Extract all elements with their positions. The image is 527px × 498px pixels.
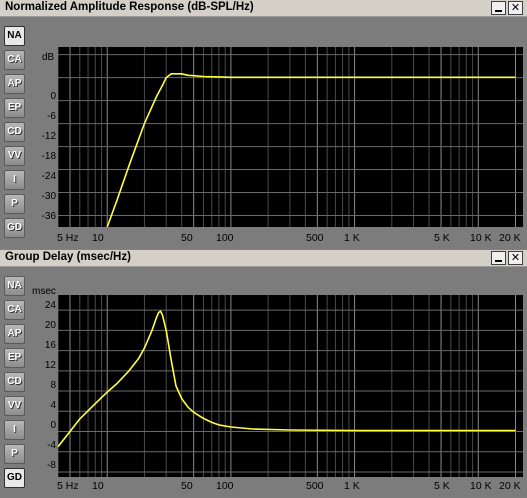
y-tick: 8 (50, 380, 56, 391)
tab-na[interactable]: NA (4, 276, 25, 296)
tab-vv[interactable]: VV (4, 146, 25, 166)
group-delay-panel: Group Delay (msec/Hz) ✕ NA CA AP EP CD V… (0, 250, 527, 498)
x-tick: 1 K (344, 480, 360, 492)
group-delay-unit: msec (32, 286, 56, 297)
y-tick: -30 (41, 191, 56, 202)
tab-p[interactable]: P (4, 194, 25, 214)
minimize-button[interactable] (491, 1, 506, 15)
y-tick: -8 (47, 460, 56, 471)
tab-p[interactable]: P (4, 444, 25, 464)
x-tick: 20 K (499, 480, 521, 492)
x-tick: 10 (92, 232, 104, 244)
minimize-icon (495, 260, 502, 262)
y-tick: -18 (41, 151, 56, 162)
x-tick: 10 (92, 480, 104, 492)
tab-ca[interactable]: CA (4, 300, 25, 320)
y-tick: 4 (50, 400, 56, 411)
x-tick: 50 (181, 232, 193, 244)
minimize-icon (495, 10, 502, 12)
group-delay-plot (57, 295, 523, 477)
tab-na[interactable]: NA (4, 26, 25, 46)
y-tick: 20 (44, 320, 56, 331)
amplitude-plot (57, 47, 523, 228)
amplitude-title: Normalized Amplitude Response (dB-SPL/Hz… (5, 1, 254, 13)
group-delay-titlebar: Group Delay (msec/Hz) ✕ (0, 250, 527, 267)
close-button[interactable]: ✕ (508, 1, 523, 15)
x-tick: 5 K (434, 480, 450, 492)
y-tick: 0 (50, 420, 56, 431)
amplitude-panel: Normalized Amplitude Response (dB-SPL/Hz… (0, 0, 527, 249)
minimize-button[interactable] (491, 251, 506, 265)
amplitude-unit: dB (42, 52, 55, 63)
tab-ep[interactable]: EP (4, 348, 25, 368)
amplitude-titlebar: Normalized Amplitude Response (dB-SPL/Hz… (0, 0, 527, 17)
x-tick: 100 (216, 480, 234, 492)
close-button[interactable]: ✕ (508, 251, 523, 265)
x-tick: 5 Hz (57, 480, 79, 492)
x-tick: 50 (181, 480, 193, 492)
x-tick: 100 (216, 232, 234, 244)
tab-gd[interactable]: GD (4, 218, 25, 238)
tab-gd[interactable]: GD (4, 468, 25, 488)
y-tick: 0 (50, 91, 56, 102)
x-tick: 5 Hz (57, 232, 79, 244)
y-tick: -12 (41, 131, 56, 142)
x-tick: 1 K (344, 232, 360, 244)
tab-i[interactable]: I (4, 420, 25, 440)
x-tick: 500 (306, 480, 324, 492)
tab-ap[interactable]: AP (4, 324, 25, 344)
tab-i[interactable]: I (4, 170, 25, 190)
x-tick: 5 K (434, 232, 450, 244)
x-tick: 10 K (470, 232, 492, 244)
y-tick: -4 (47, 440, 56, 451)
tab-ep[interactable]: EP (4, 98, 25, 118)
y-tick: 24 (44, 300, 56, 311)
y-tick: -6 (47, 111, 56, 122)
y-tick: 12 (44, 360, 56, 371)
y-tick: -36 (41, 211, 56, 222)
group-delay-plot-svg (57, 295, 523, 477)
tab-ap[interactable]: AP (4, 74, 25, 94)
y-tick: -24 (41, 171, 56, 182)
plot-background (58, 47, 523, 227)
x-tick: 10 K (470, 480, 492, 492)
x-tick: 20 K (499, 232, 521, 244)
plot-background (58, 295, 523, 477)
tab-ca[interactable]: CA (4, 50, 25, 70)
x-tick: 500 (306, 232, 324, 244)
y-tick: 16 (44, 340, 56, 351)
tab-vv[interactable]: VV (4, 396, 25, 416)
tab-cd[interactable]: CD (4, 372, 25, 392)
group-delay-title: Group Delay (msec/Hz) (5, 251, 131, 263)
amplitude-plot-svg (57, 47, 523, 228)
tab-cd[interactable]: CD (4, 122, 25, 142)
